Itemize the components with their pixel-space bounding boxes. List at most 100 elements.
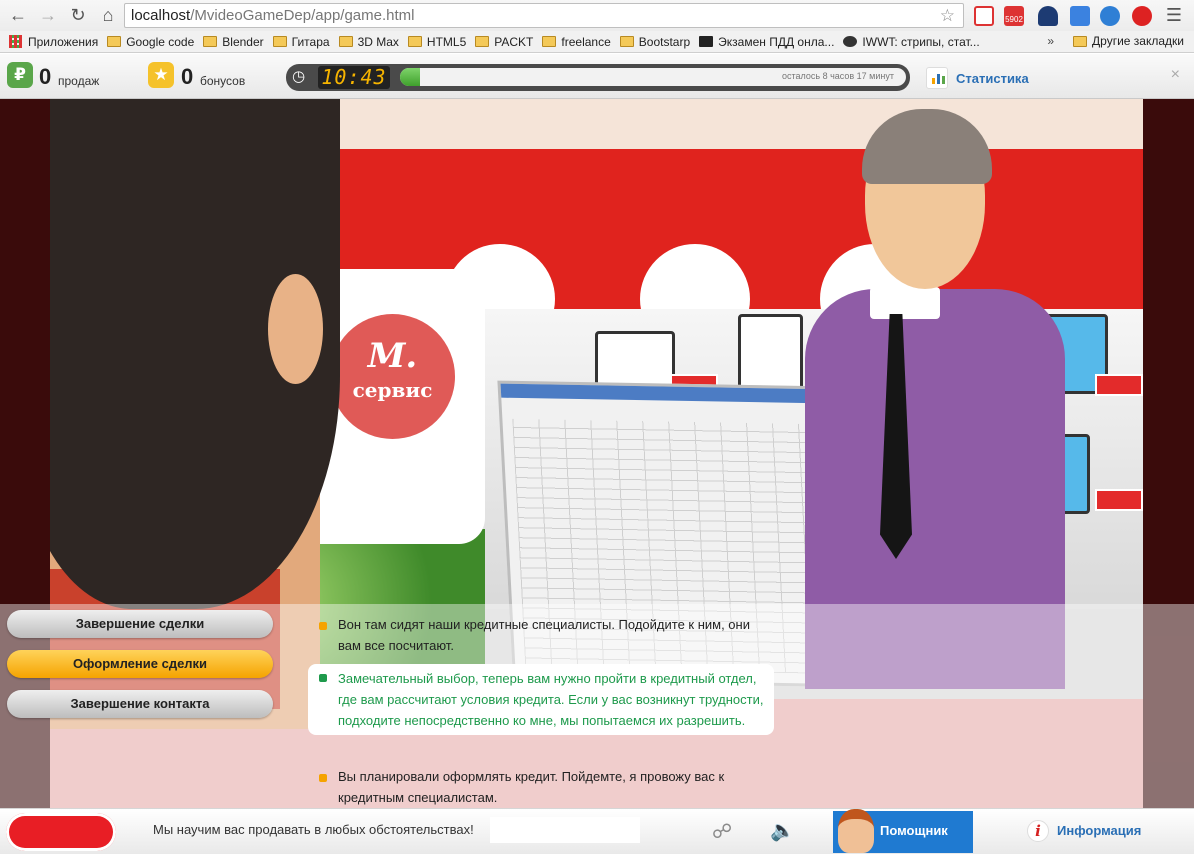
dialogue-panel: Завершение сделки Оформление сделки Заве… [0,604,1194,808]
speaker-icon[interactable]: 🔈 [770,818,795,843]
bookmark-star-icon[interactable]: ☆ [940,6,955,26]
bullet-icon [319,774,327,782]
bookmark-item[interactable]: IWWT: стрипы, стат... [843,34,980,49]
folder-icon [475,36,490,47]
cloud-extension-icon[interactable] [1038,6,1058,26]
info-label[interactable]: Информация [1057,823,1141,838]
bonus-count: 0 [181,64,194,89]
settings-extension-icon[interactable] [1100,6,1120,26]
helper-avatar [838,809,874,853]
statistics-button[interactable]: Статистика [926,67,1029,89]
display-tablet [738,314,803,394]
reply-option[interactable]: Вон там сидят наши кредитные специалисты… [308,612,774,658]
iwwt-favicon-icon [843,36,858,47]
folder-icon [272,36,287,47]
ruble-icon: ₽ [7,62,33,88]
bookmark-item[interactable]: PACKT [475,35,533,49]
timer-digits: 10:43 [318,66,390,89]
bookmark-item[interactable]: Экзамен ПДД онла... [699,35,834,49]
game-status-bar: ₽ 0 продаж ★ 0 бонусов ◷ 10:43 осталось … [0,54,1194,99]
browser-toolbar: ← → ↻ ⌂ localhost/MvideoGameDep/app/game… [0,0,1194,31]
folder-icon [1073,35,1088,47]
bookmark-label: freelance [561,34,611,49]
bookmark-other-label: Другие закладки [1092,34,1184,48]
bookmark-item[interactable]: Bootstarp [619,34,691,49]
translate-extension-icon[interactable] [1070,6,1090,26]
choice-button-active[interactable]: Оформление сделки [7,650,273,678]
exam-favicon-icon [699,36,714,47]
reply-text: Вон там сидят наши кредитные специалисты… [338,617,750,653]
bookmark-label: Экзамен ПДД онла... [718,34,835,49]
bookmark-apps-label: Приложения [28,34,99,49]
bookmark-other[interactable]: Другие закладки [1073,34,1184,48]
bookmark-label: Гитара [291,34,330,49]
main-action-button[interactable] [6,813,116,851]
apps-grid-icon [9,35,22,48]
bullet-icon [319,674,327,682]
clerk-hair [862,109,992,184]
bookmark-item[interactable]: Гитара [272,34,330,49]
customer-ear [268,274,323,384]
bookmark-item[interactable]: HTML5 [407,34,467,49]
m-service-logo: М. сервис [330,314,455,439]
info-icon[interactable]: i [1027,820,1049,842]
game-bottom-bar: Мы научим вас продавать в любых обстояте… [0,808,1194,854]
gmail-extension-icon[interactable] [974,6,994,26]
display-tablet [595,331,675,389]
price-tag [1095,489,1143,511]
clock-icon: ◷ [292,68,306,85]
home-icon[interactable]: ⌂ [96,4,120,28]
hamburger-menu-icon[interactable]: ☰ [1166,5,1182,26]
folder-icon [203,36,218,47]
bookmark-label: IWWT: стрипы, стат... [862,34,980,49]
bar-chart-icon [926,67,948,89]
address-path: /MvideoGameDep/app/game.html [190,7,415,24]
tip-highlight [490,817,640,843]
folder-icon [338,36,353,47]
bookmark-label: Google code [126,34,195,49]
share-icon[interactable]: ☍ [712,819,746,845]
bookmark-apps[interactable]: Приложения [9,35,98,49]
clerk-collar [870,287,940,319]
bookmark-item[interactable]: 3D Max [338,35,399,49]
mail-extension-icon[interactable]: 5902 [1004,6,1024,26]
time-left-text: осталось 8 часов 17 минут [782,71,894,81]
bullet-icon [319,622,327,630]
bookmark-item[interactable]: Blender [203,34,264,49]
folder-icon [407,36,422,47]
reply-text: Замечательный выбор, теперь вам нужно пр… [338,671,764,728]
tip-text: Мы научим вас продавать в любых обстояте… [153,822,474,837]
extension-badge: 5902 [1005,15,1023,24]
opera-extension-icon[interactable] [1132,6,1152,26]
address-bar[interactable]: localhost/MvideoGameDep/app/game.html ☆ [124,3,964,28]
bonus-label: бонусов [200,74,246,88]
bookmark-label: HTML5 [426,34,467,49]
reply-option-selected[interactable]: Замечательный выбор, теперь вам нужно пр… [308,664,774,735]
bookmark-label: Bootstarp [638,34,691,49]
sales-label: продаж [58,74,100,88]
folder-icon [107,36,122,47]
price-tag [1095,374,1143,396]
reload-icon[interactable]: ↻ [66,4,90,28]
sales-count: 0 [39,64,52,89]
bookmark-label: PACKT [494,34,534,49]
back-arrow-icon[interactable]: ← [6,4,30,28]
statistics-label: Статистика [956,70,1029,86]
reply-option[interactable]: Вы планировали оформлять кредит. Пойдемт… [308,764,774,810]
spreadsheet-titlebar [500,383,845,404]
choice-button[interactable]: Завершение контакта [7,690,273,718]
star-icon: ★ [148,62,174,88]
time-progress-track: осталось 8 часов 17 минут [400,68,906,86]
reply-text: Вы планировали оформлять кредит. Пойдемт… [338,769,725,805]
time-progress-fill [400,68,421,86]
helper-label: Помощник [880,823,948,838]
bookmark-label: Blender [222,34,264,49]
logo-m-text: М. [367,336,418,376]
close-icon[interactable]: × [1171,66,1180,84]
bookmark-item[interactable]: Google code [107,35,194,49]
browser-window: ← → ↻ ⌂ localhost/MvideoGameDep/app/game… [0,0,1194,854]
bookmark-item[interactable]: freelance [542,34,611,49]
bookmarks-overflow-chevron[interactable]: » [1047,34,1054,48]
choice-button[interactable]: Завершение сделки [7,610,273,638]
forward-arrow-icon[interactable]: → [36,4,60,28]
